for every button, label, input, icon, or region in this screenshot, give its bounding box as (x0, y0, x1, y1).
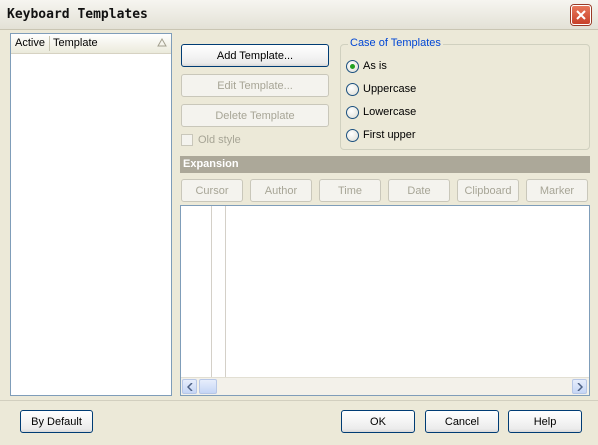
radio-as-is[interactable] (346, 60, 359, 73)
help-button[interactable]: Help (508, 410, 582, 433)
close-button[interactable] (571, 5, 591, 25)
cancel-button[interactable]: Cancel (425, 410, 499, 433)
expansion-date-button[interactable]: Date (388, 179, 450, 202)
arrow-left-icon (186, 382, 193, 391)
footer-divider (0, 400, 598, 401)
column-divider[interactable] (49, 36, 50, 51)
close-icon (576, 10, 586, 20)
edit-template-button[interactable]: Edit Template... (181, 74, 329, 97)
radio-label-first-upper[interactable]: First upper (363, 129, 416, 141)
radio-first-upper[interactable] (346, 129, 359, 142)
expansion-cursor-button[interactable]: Cursor (181, 179, 243, 202)
expansion-marker-button[interactable]: Marker (526, 179, 588, 202)
add-template-button[interactable]: Add Template... (181, 44, 329, 67)
window-title: Keyboard Templates (7, 7, 148, 22)
delete-template-button[interactable]: Delete Template (181, 104, 329, 127)
arrow-right-icon (576, 382, 583, 391)
ok-button[interactable]: OK (341, 410, 415, 433)
expansion-editor[interactable] (180, 205, 590, 396)
expansion-clipboard-button[interactable]: Clipboard (457, 179, 519, 202)
old-style-checkbox[interactable] (181, 134, 193, 146)
expansion-header: Expansion (180, 156, 590, 173)
radio-uppercase[interactable] (346, 83, 359, 96)
scroll-thumb[interactable] (199, 379, 217, 394)
horizontal-scrollbar[interactable] (181, 377, 589, 395)
scroll-left-button[interactable] (182, 379, 197, 394)
case-group-title: Case of Templates (348, 37, 443, 49)
radio-lowercase[interactable] (346, 106, 359, 119)
list-header: Active Template (11, 34, 171, 54)
expansion-author-button[interactable]: Author (250, 179, 312, 202)
radio-selected-dot (350, 64, 355, 69)
editor-margin-line (225, 206, 226, 378)
by-default-button[interactable]: By Default (20, 410, 93, 433)
expansion-time-button[interactable]: Time (319, 179, 381, 202)
editor-gutter (181, 206, 212, 378)
scroll-right-button[interactable] (572, 379, 587, 394)
old-style-label: Old style (198, 134, 241, 146)
title-bar: Keyboard Templates (0, 0, 598, 30)
column-header-active[interactable]: Active (15, 37, 45, 49)
radio-label-as-is[interactable]: As is (363, 60, 387, 72)
column-header-template[interactable]: Template (53, 37, 98, 49)
sort-ascending-icon (157, 38, 167, 47)
radio-label-uppercase[interactable]: Uppercase (363, 83, 416, 95)
radio-label-lowercase[interactable]: Lowercase (363, 106, 416, 118)
templates-list[interactable]: Active Template (10, 33, 172, 396)
